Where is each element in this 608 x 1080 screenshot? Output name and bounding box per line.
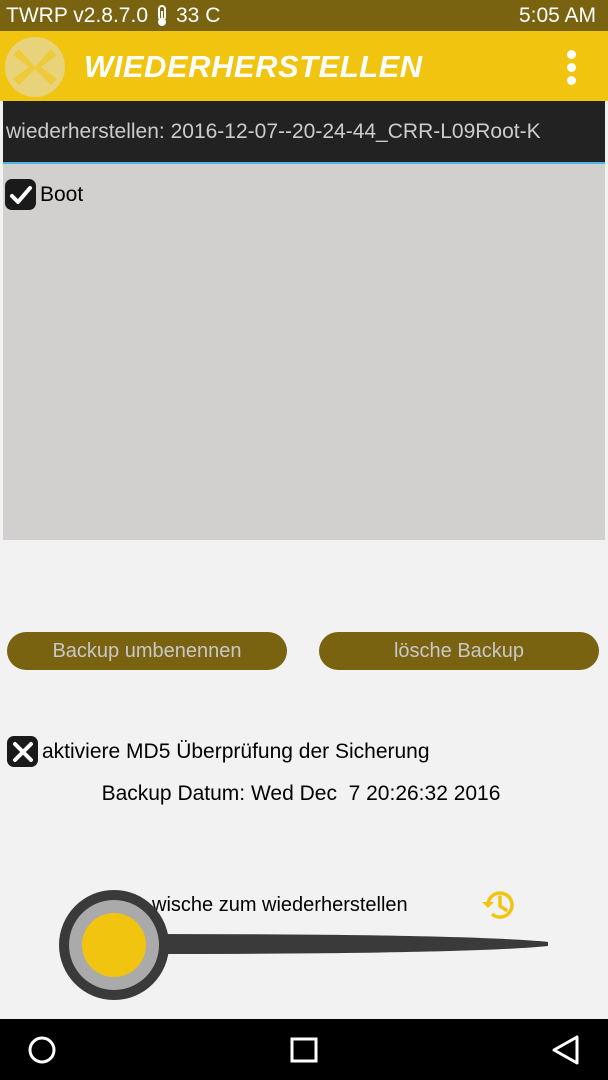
swipe-label: wische zum wiederherstellen [152,894,408,916]
restore-path-bar: wiederherstellen: 2016-12-07--20-24-44_C… [3,101,605,164]
partition-label: Boot [40,182,84,206]
title-bar: WIEDERHERSTELLEN [0,31,608,101]
partition-item-boot[interactable]: Boot [5,179,83,210]
page-title: WIEDERHERSTELLEN [84,49,423,84]
back-triangle-icon[interactable] [549,1033,583,1067]
restore-path-text: wiederherstellen: 2016-12-07--20-24-44_C… [6,120,541,143]
home-circle-icon[interactable] [25,1033,59,1067]
status-left: TWRP v2.8.7.0 33 C [6,4,220,28]
recents-square-icon[interactable] [287,1033,321,1067]
clock: 5:05 AM [518,4,596,27]
swipe-track[interactable] [140,930,550,958]
checkbox-unchecked-icon[interactable] [7,736,38,767]
thermometer-icon [158,5,166,26]
backup-date: Backup Datum: Wed Dec 7 20:26:32 2016 [101,782,501,805]
temperature-text: 33 C [176,4,221,27]
partition-list: Boot [3,164,605,540]
swipe-handle[interactable] [59,890,169,1000]
md5-option-label: aktiviere MD5 Überprüfung der Sicherung [42,739,430,763]
version-text: TWRP v2.8.7.0 [6,4,148,27]
status-bar: TWRP v2.8.7.0 33 C 5:05 AM [0,0,608,31]
delete-backup-button[interactable]: lösche Backup [319,632,599,670]
overflow-menu-icon[interactable] [564,50,578,88]
rename-backup-button[interactable]: Backup umbenennen [7,632,287,670]
navigation-bar [0,1019,608,1080]
twrp-logo-icon [5,37,65,97]
checkbox-checked-icon[interactable] [5,179,36,210]
md5-option[interactable]: aktiviere MD5 Überprüfung der Sicherung [7,736,430,767]
restore-history-icon [482,891,514,919]
